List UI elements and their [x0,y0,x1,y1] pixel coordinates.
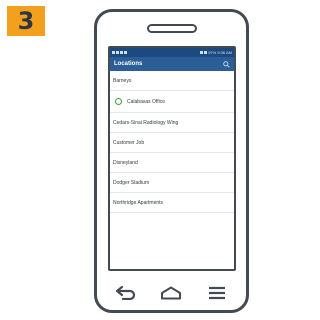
app-bar: Locations [110,57,234,71]
location-item[interactable]: Barneys [110,71,234,91]
search-icon[interactable] [223,60,230,68]
signal-icon [200,51,204,54]
location-item[interactable]: Customer Job [110,133,234,153]
notification-icon [116,51,119,54]
location-label: Disneyland [113,159,138,166]
location-item[interactable]: Cedars-Sinai Radiology Wing [110,113,234,133]
navigation-bar [97,278,246,308]
status-icons-right: 97% 9:36 AM [200,48,232,57]
location-label: Customer Job [113,139,145,146]
status-bar: 97% 9:36 AM [110,48,234,57]
location-label: Calabasas Office [127,98,165,105]
status-icons-left [112,48,127,57]
location-item[interactable]: Disneyland [110,153,234,173]
home-icon[interactable] [160,286,182,300]
location-label: Barneys [113,77,132,84]
step-badge: 3 [7,6,45,36]
status-text: 97% 9:36 AM [208,50,232,55]
wifi-icon [204,51,208,54]
back-arrow-icon[interactable] [115,286,137,300]
location-label: Northridge Apartments [113,199,164,206]
location-item[interactable]: Northridge Apartments [110,193,234,213]
location-item[interactable]: Dodger Stadium [110,173,234,193]
selected-circle-icon [115,98,122,105]
menu-icon[interactable] [208,286,226,300]
notification-icon [124,51,127,54]
notification-icon [120,51,123,54]
phone-screen: 97% 9:36 AM Locations Barneys Calabasas … [108,46,236,271]
locations-list: Barneys Calabasas Office Cedars-Sinai Ra… [110,71,234,213]
location-item-selected[interactable]: Calabasas Office [110,91,234,113]
phone-frame: 97% 9:36 AM Locations Barneys Calabasas … [94,9,249,313]
page-title: Locations [114,61,143,67]
location-label: Dodger Stadium [113,179,150,186]
notification-icon [112,51,115,54]
phone-speaker [147,24,197,33]
location-label: Cedars-Sinai Radiology Wing [113,119,179,126]
